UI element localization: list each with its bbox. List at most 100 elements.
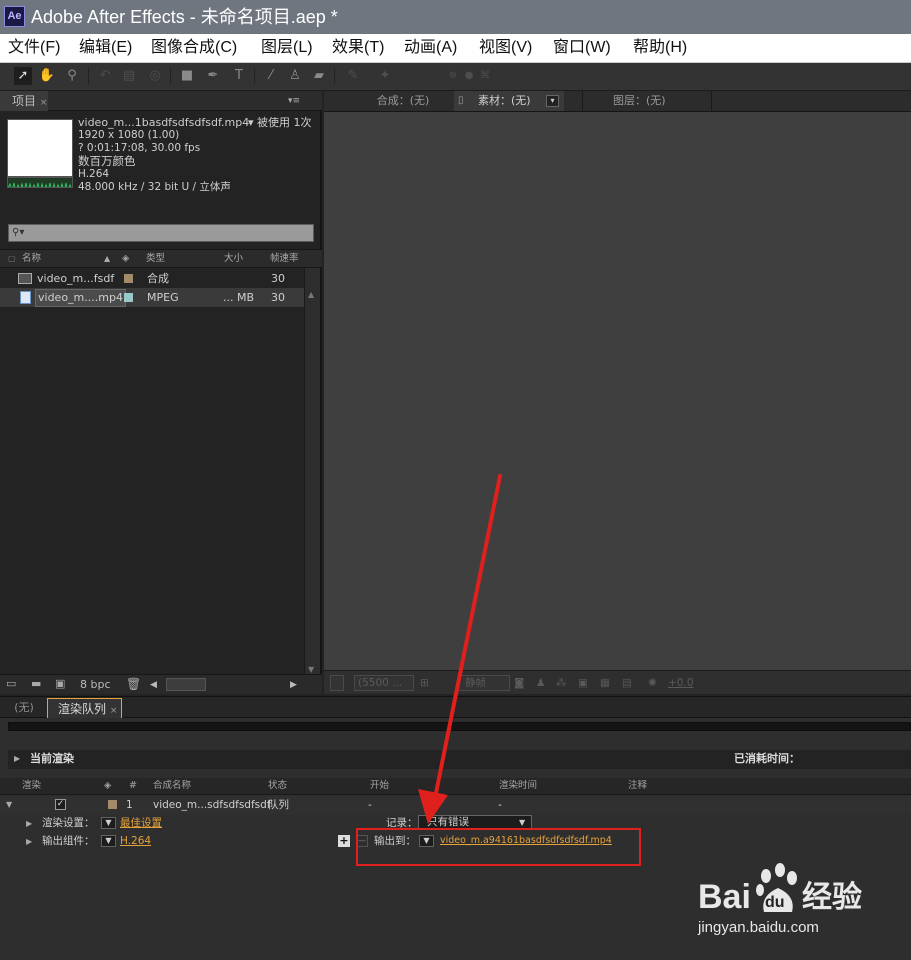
camera-tool-icon[interactable]: ▤ xyxy=(120,67,138,85)
selection-tool-icon[interactable]: ➚ xyxy=(14,67,32,85)
panel-menu-icon[interactable]: ▾≡ xyxy=(288,91,300,111)
render-settings-label: 渲染设置： xyxy=(42,817,95,829)
menu-help[interactable]: 帮助(H) xyxy=(633,38,687,58)
output-module-expand-icon[interactable]: ▶ xyxy=(26,835,32,849)
column-comment[interactable]: 注释 xyxy=(628,779,647,793)
project-footer: ▭ ▬ ▣ 8 bpc 🗑 ◀ ▶ xyxy=(0,674,322,694)
window-title: Adobe After Effects - 未命名项目.aep * xyxy=(31,7,338,27)
label-tag-icon[interactable]: ◈ xyxy=(104,779,111,793)
tab-close-icon[interactable]: × xyxy=(110,706,118,716)
new-folder-icon[interactable]: ▬ xyxy=(31,677,41,691)
collapse-arrow-icon[interactable]: ▼ xyxy=(6,798,12,812)
tab-render-queue[interactable]: 渲染队列 × xyxy=(47,698,122,718)
render-settings-expand-icon[interactable]: ▶ xyxy=(26,817,32,831)
interpret-footage-icon[interactable]: ▭ xyxy=(6,677,16,691)
clone-stamp-tool-icon[interactable]: ♙ xyxy=(286,67,304,85)
hand-tool-icon[interactable]: ✋ xyxy=(38,67,56,85)
tab-footage[interactable]: ▯ 素材：(无) ▾ xyxy=(454,91,564,111)
exposure-icon[interactable]: ✺ xyxy=(648,676,657,690)
label-swatch[interactable] xyxy=(108,800,117,809)
column-comp-name[interactable]: 合成名称 xyxy=(153,779,191,793)
expand-arrow-icon[interactable]: ▶ xyxy=(14,752,20,766)
zoom-tool-icon[interactable]: ⚲ xyxy=(63,67,81,85)
tab-project[interactable]: 项目 × xyxy=(0,91,48,111)
channel-rgb-icon[interactable]: ⁂ xyxy=(556,676,567,690)
item-framerate: 30 xyxy=(271,272,285,285)
column-type[interactable]: 类型 xyxy=(146,252,165,266)
show-snapshot-icon[interactable]: ♟ xyxy=(536,676,545,690)
rotate-tool-icon[interactable]: ↶ xyxy=(96,67,114,85)
menu-file[interactable]: 文件(F) xyxy=(8,38,60,58)
footage-dropdown-icon[interactable]: ▾ xyxy=(546,95,559,107)
column-render[interactable]: 渲染 xyxy=(22,779,41,793)
lock-icon[interactable]: ▯ xyxy=(458,91,464,111)
scroll-up-icon[interactable]: ▲ xyxy=(308,290,314,300)
footage-flowchart-icon[interactable]: ▤ xyxy=(622,676,632,690)
brush-tool-icon[interactable]: ⁄ xyxy=(262,67,280,85)
shape-tool-icon[interactable]: ■ xyxy=(178,67,196,85)
snapshot-camera-icon[interactable]: ◙ xyxy=(514,676,524,690)
output-module-dropdown-icon[interactable]: ▼ xyxy=(101,835,116,847)
menu-edit[interactable]: 编辑(E) xyxy=(79,38,132,58)
menu-bar: 文件(F) 编辑(E) 图像合成(C) 图层(L) 效果(T) 动画(A) 视图… xyxy=(0,34,911,63)
transparency-grid-icon[interactable]: ▦ xyxy=(600,676,610,690)
always-preview-icon[interactable] xyxy=(330,675,344,691)
render-queue-item[interactable]: ▼ ✓ 1 video_m...sdfsdfsdfsdf 队列 - - xyxy=(0,796,911,814)
text-tool-icon[interactable]: T xyxy=(230,67,248,85)
horizontal-scroll-thumb[interactable] xyxy=(166,678,206,691)
column-name[interactable]: 名称 xyxy=(22,252,41,266)
column-render-time[interactable]: 渲染时间 xyxy=(499,779,537,793)
current-render-label: 当前渲染 xyxy=(30,752,74,765)
safe-margins-icon[interactable]: ⊞ xyxy=(420,676,429,690)
tab-close-icon[interactable]: × xyxy=(40,98,48,108)
column-status[interactable]: 状态 xyxy=(268,779,287,793)
project-item-footage[interactable]: video_m....mp4 MPEG ... MB 30 xyxy=(0,288,304,307)
tab-timeline-none[interactable]: (无) xyxy=(4,698,44,718)
column-size[interactable]: 大小 xyxy=(224,252,243,266)
log-dropdown[interactable]: 只有错误 ▼ xyxy=(418,815,532,829)
scroll-right-icon[interactable]: ▶ xyxy=(290,678,297,692)
tab-composition[interactable]: 合成：(无) xyxy=(358,91,448,111)
column-number[interactable]: # xyxy=(129,779,137,793)
magnification-dropdown[interactable]: (5500 ... xyxy=(354,675,414,691)
menu-layer[interactable]: 图层(L) xyxy=(261,38,313,58)
puppet-pin-tool-icon[interactable]: ✦ xyxy=(376,67,394,85)
scroll-left-icon[interactable]: ◀ xyxy=(150,678,157,692)
trash-icon[interactable]: 🗑 xyxy=(126,677,141,691)
project-item-composition[interactable]: video_m...fsdf 合成 30 xyxy=(0,269,304,288)
still-frame-field[interactable]: 静帧 xyxy=(458,675,510,691)
current-render-row: ▶ 当前渲染 已消耗时间： xyxy=(8,750,911,769)
project-search-input[interactable]: ⚲▾ xyxy=(8,224,314,242)
label-tag-icon[interactable]: ◈ xyxy=(122,252,129,266)
column-framerate[interactable]: 帧速率 xyxy=(270,252,299,266)
sort-ascending-icon[interactable]: ▲ xyxy=(104,252,110,266)
menu-animation[interactable]: 动画(A) xyxy=(404,38,457,58)
label-swatch[interactable] xyxy=(124,274,133,283)
search-icon: ⚲▾ xyxy=(12,227,25,238)
exposure-value[interactable]: +0.0 xyxy=(668,676,694,690)
output-module-value[interactable]: H.264 xyxy=(120,834,151,848)
menu-window[interactable]: 窗口(W) xyxy=(553,38,611,58)
project-scrollbar[interactable]: ▲ ▼ xyxy=(304,268,320,681)
column-start[interactable]: 开始 xyxy=(370,779,389,793)
pen-tool-icon[interactable]: ✒ xyxy=(204,67,222,85)
tab-project-label: 项目 xyxy=(12,94,37,108)
menu-view[interactable]: 视图(V) xyxy=(479,38,532,58)
item-framerate: 30 xyxy=(271,291,285,304)
new-composition-icon[interactable]: ▣ xyxy=(55,677,65,691)
roto-brush-tool-icon[interactable]: ✎ xyxy=(344,67,362,85)
pan-behind-tool-icon[interactable]: ◎ xyxy=(146,67,164,85)
render-queue-column-header: 渲染 ◈ # 合成名称 状态 开始 渲染时间 注释 xyxy=(0,778,911,795)
menu-composition[interactable]: 图像合成(C) xyxy=(151,38,237,58)
add-output-module-icon[interactable]: + xyxy=(338,835,350,847)
region-of-interest-icon[interactable]: ▣ xyxy=(578,676,588,690)
axis-view-icon[interactable]: ⌘ xyxy=(476,67,494,85)
menu-effect[interactable]: 效果(T) xyxy=(332,38,384,58)
tab-layer[interactable]: 图层：(无) xyxy=(582,91,712,111)
bit-depth[interactable]: 8 bpc xyxy=(80,678,111,692)
render-settings-value[interactable]: 最佳设置 xyxy=(120,816,162,830)
render-settings-dropdown-icon[interactable]: ▼ xyxy=(101,817,116,829)
eraser-tool-icon[interactable]: ▰ xyxy=(310,67,328,85)
render-checkbox[interactable]: ✓ xyxy=(55,799,66,810)
label-swatch[interactable] xyxy=(124,293,133,302)
